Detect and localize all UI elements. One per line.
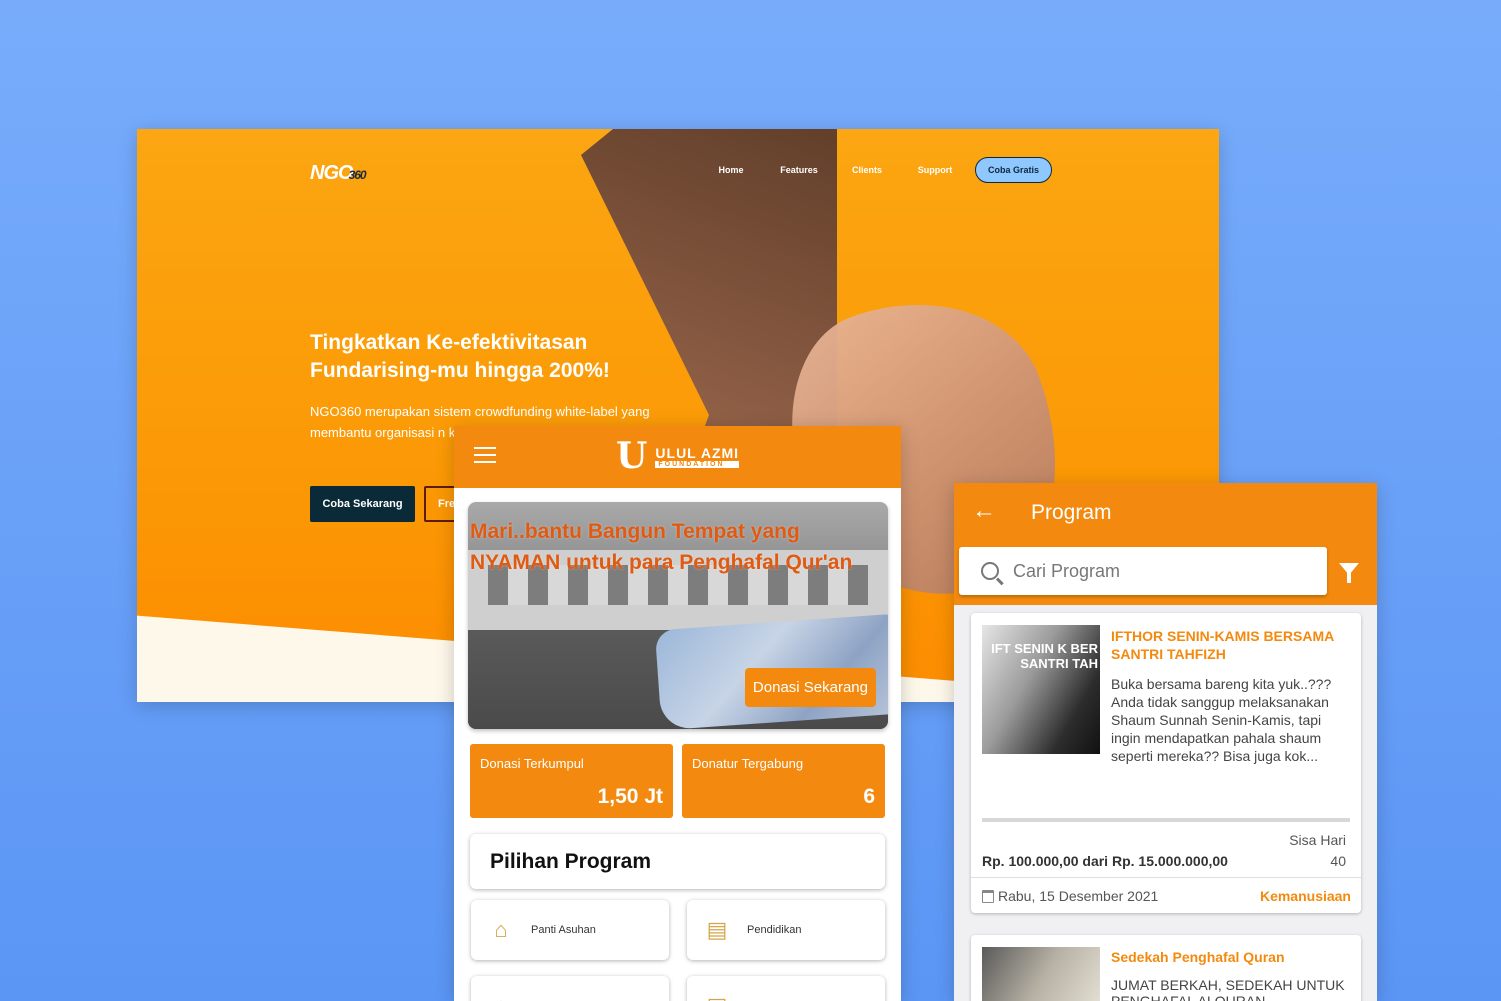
progress-bar <box>982 818 1350 822</box>
nav-home[interactable]: Home <box>697 165 765 175</box>
category-panti-asuhan[interactable]: ⌂ Panti Asuhan <box>471 900 669 960</box>
program-card-title: Sedekah Penghafal Quran <box>1111 949 1285 965</box>
campaign-banner[interactable]: Mari..bantu Bangun Tempat yang NYAMAN un… <box>468 502 888 729</box>
nav-features[interactable]: Features <box>765 165 833 175</box>
stat-donatur-tergabung: Donatur Tergabung 6 <box>682 744 885 818</box>
stat-value: 6 <box>863 785 875 808</box>
donation-amount: Rp. 100.000,00 dari Rp. 15.000.000,00 <box>982 853 1228 869</box>
app-home-screen: U ULUL AZMI FOUNDATION Mari..bantu Bangu… <box>454 426 901 1001</box>
logo-mark-icon: U <box>616 435 648 477</box>
program-header: ← Program Cari Program <box>954 483 1377 605</box>
stat-label: Donasi Terkumpul <box>480 756 584 771</box>
program-date: Rabu, 15 Desember 2021 <box>982 888 1158 904</box>
program-card-description: JUMAT BERKAH, SEDEKAH UNTUK PENGHAFAL AL… <box>1111 977 1345 1001</box>
program-card-description: Buka bersama bareng kita yuk..??? Anda t… <box>1111 676 1332 764</box>
category-label: Panti Asuhan <box>531 924 596 936</box>
app-header: U ULUL AZMI FOUNDATION <box>454 426 901 488</box>
app-program-screen: ← Program Cari Program IFT SENIN K BER S… <box>954 483 1377 1001</box>
category-item[interactable]: ▤ <box>687 976 885 1001</box>
category-label: Pendidikan <box>747 924 802 936</box>
sisa-hari-value: 40 <box>1330 853 1346 869</box>
logo-suffix: 360 <box>348 168 367 182</box>
nav-support[interactable]: Support <box>901 165 969 175</box>
program-thumbnail: IFT SENIN K BER SANTRI TAH <box>982 625 1100 754</box>
nav-clients[interactable]: Clients <box>833 165 901 175</box>
program-card-title: IFTHOR SENIN-KAMIS BERSAMA SANTRI TAHFIZ… <box>1111 628 1334 662</box>
stat-label: Donatur Tergabung <box>692 756 804 771</box>
search-input[interactable]: Cari Program <box>1013 561 1120 582</box>
sisa-hari-label: Sisa Hari <box>1289 832 1346 848</box>
category-item[interactable]: ⌂ <box>471 976 669 1001</box>
program-title: Program <box>1031 501 1112 524</box>
category-pendidikan[interactable]: ▤ Pendidikan <box>687 900 885 960</box>
program-card[interactable]: Sedekah Penghafal Quran JUMAT BERKAH, SE… <box>971 935 1361 1001</box>
banner-headline: Mari..bantu Bangun Tempat yang NYAMAN un… <box>470 520 853 574</box>
program-card[interactable]: IFT SENIN K BER SANTRI TAH IFTHOR SENIN-… <box>971 613 1361 913</box>
coba-sekarang-button[interactable]: Coba Sekarang <box>310 486 415 522</box>
pilihan-program-heading: Pilihan Program <box>470 834 885 889</box>
category-tag[interactable]: Kemanusiaan <box>1260 888 1351 904</box>
brand-name: ULUL AZMI <box>655 444 740 461</box>
logo-text: NGO <box>310 162 354 184</box>
program-thumbnail <box>982 947 1100 1001</box>
hamburger-menu-icon[interactable] <box>474 447 496 463</box>
books-icon: ▤ <box>706 917 728 942</box>
program-card-footer: Rabu, 15 Desember 2021 Kemanusiaan <box>971 877 1361 913</box>
category-icon: ▤ <box>703 993 731 1001</box>
ngo360-logo[interactable]: NGO360 <box>310 162 367 185</box>
search-icon <box>981 562 999 580</box>
brand-subtitle: FOUNDATION <box>655 460 740 468</box>
category-icon: ⌂ <box>487 993 515 1001</box>
thumbnail-text: IFT SENIN K BER SANTRI TAH <box>991 641 1098 671</box>
stat-donasi-terkumpul: Donasi Terkumpul 1,50 Jt <box>470 744 673 818</box>
coba-gratis-button[interactable]: Coba Gratis <box>975 157 1053 183</box>
orphanage-icon: ⌂ <box>494 917 508 942</box>
date-text: Rabu, 15 Desember 2021 <box>998 888 1159 904</box>
ulul-azmi-logo: U ULUL AZMI FOUNDATION <box>616 435 740 477</box>
top-nav: Home Features Clients Support Coba Grati… <box>697 157 1053 183</box>
filter-icon[interactable] <box>1339 563 1359 583</box>
donasi-sekarang-button[interactable]: Donasi Sekarang <box>744 668 876 707</box>
back-arrow-icon[interactable]: ← <box>972 497 996 525</box>
search-bar[interactable]: Cari Program <box>959 547 1327 595</box>
hero-title: Tingkatkan Ke-efektivitasan Fundarising-… <box>310 331 610 382</box>
calendar-icon <box>982 889 994 903</box>
stat-value: 1,50 Jt <box>597 785 663 808</box>
